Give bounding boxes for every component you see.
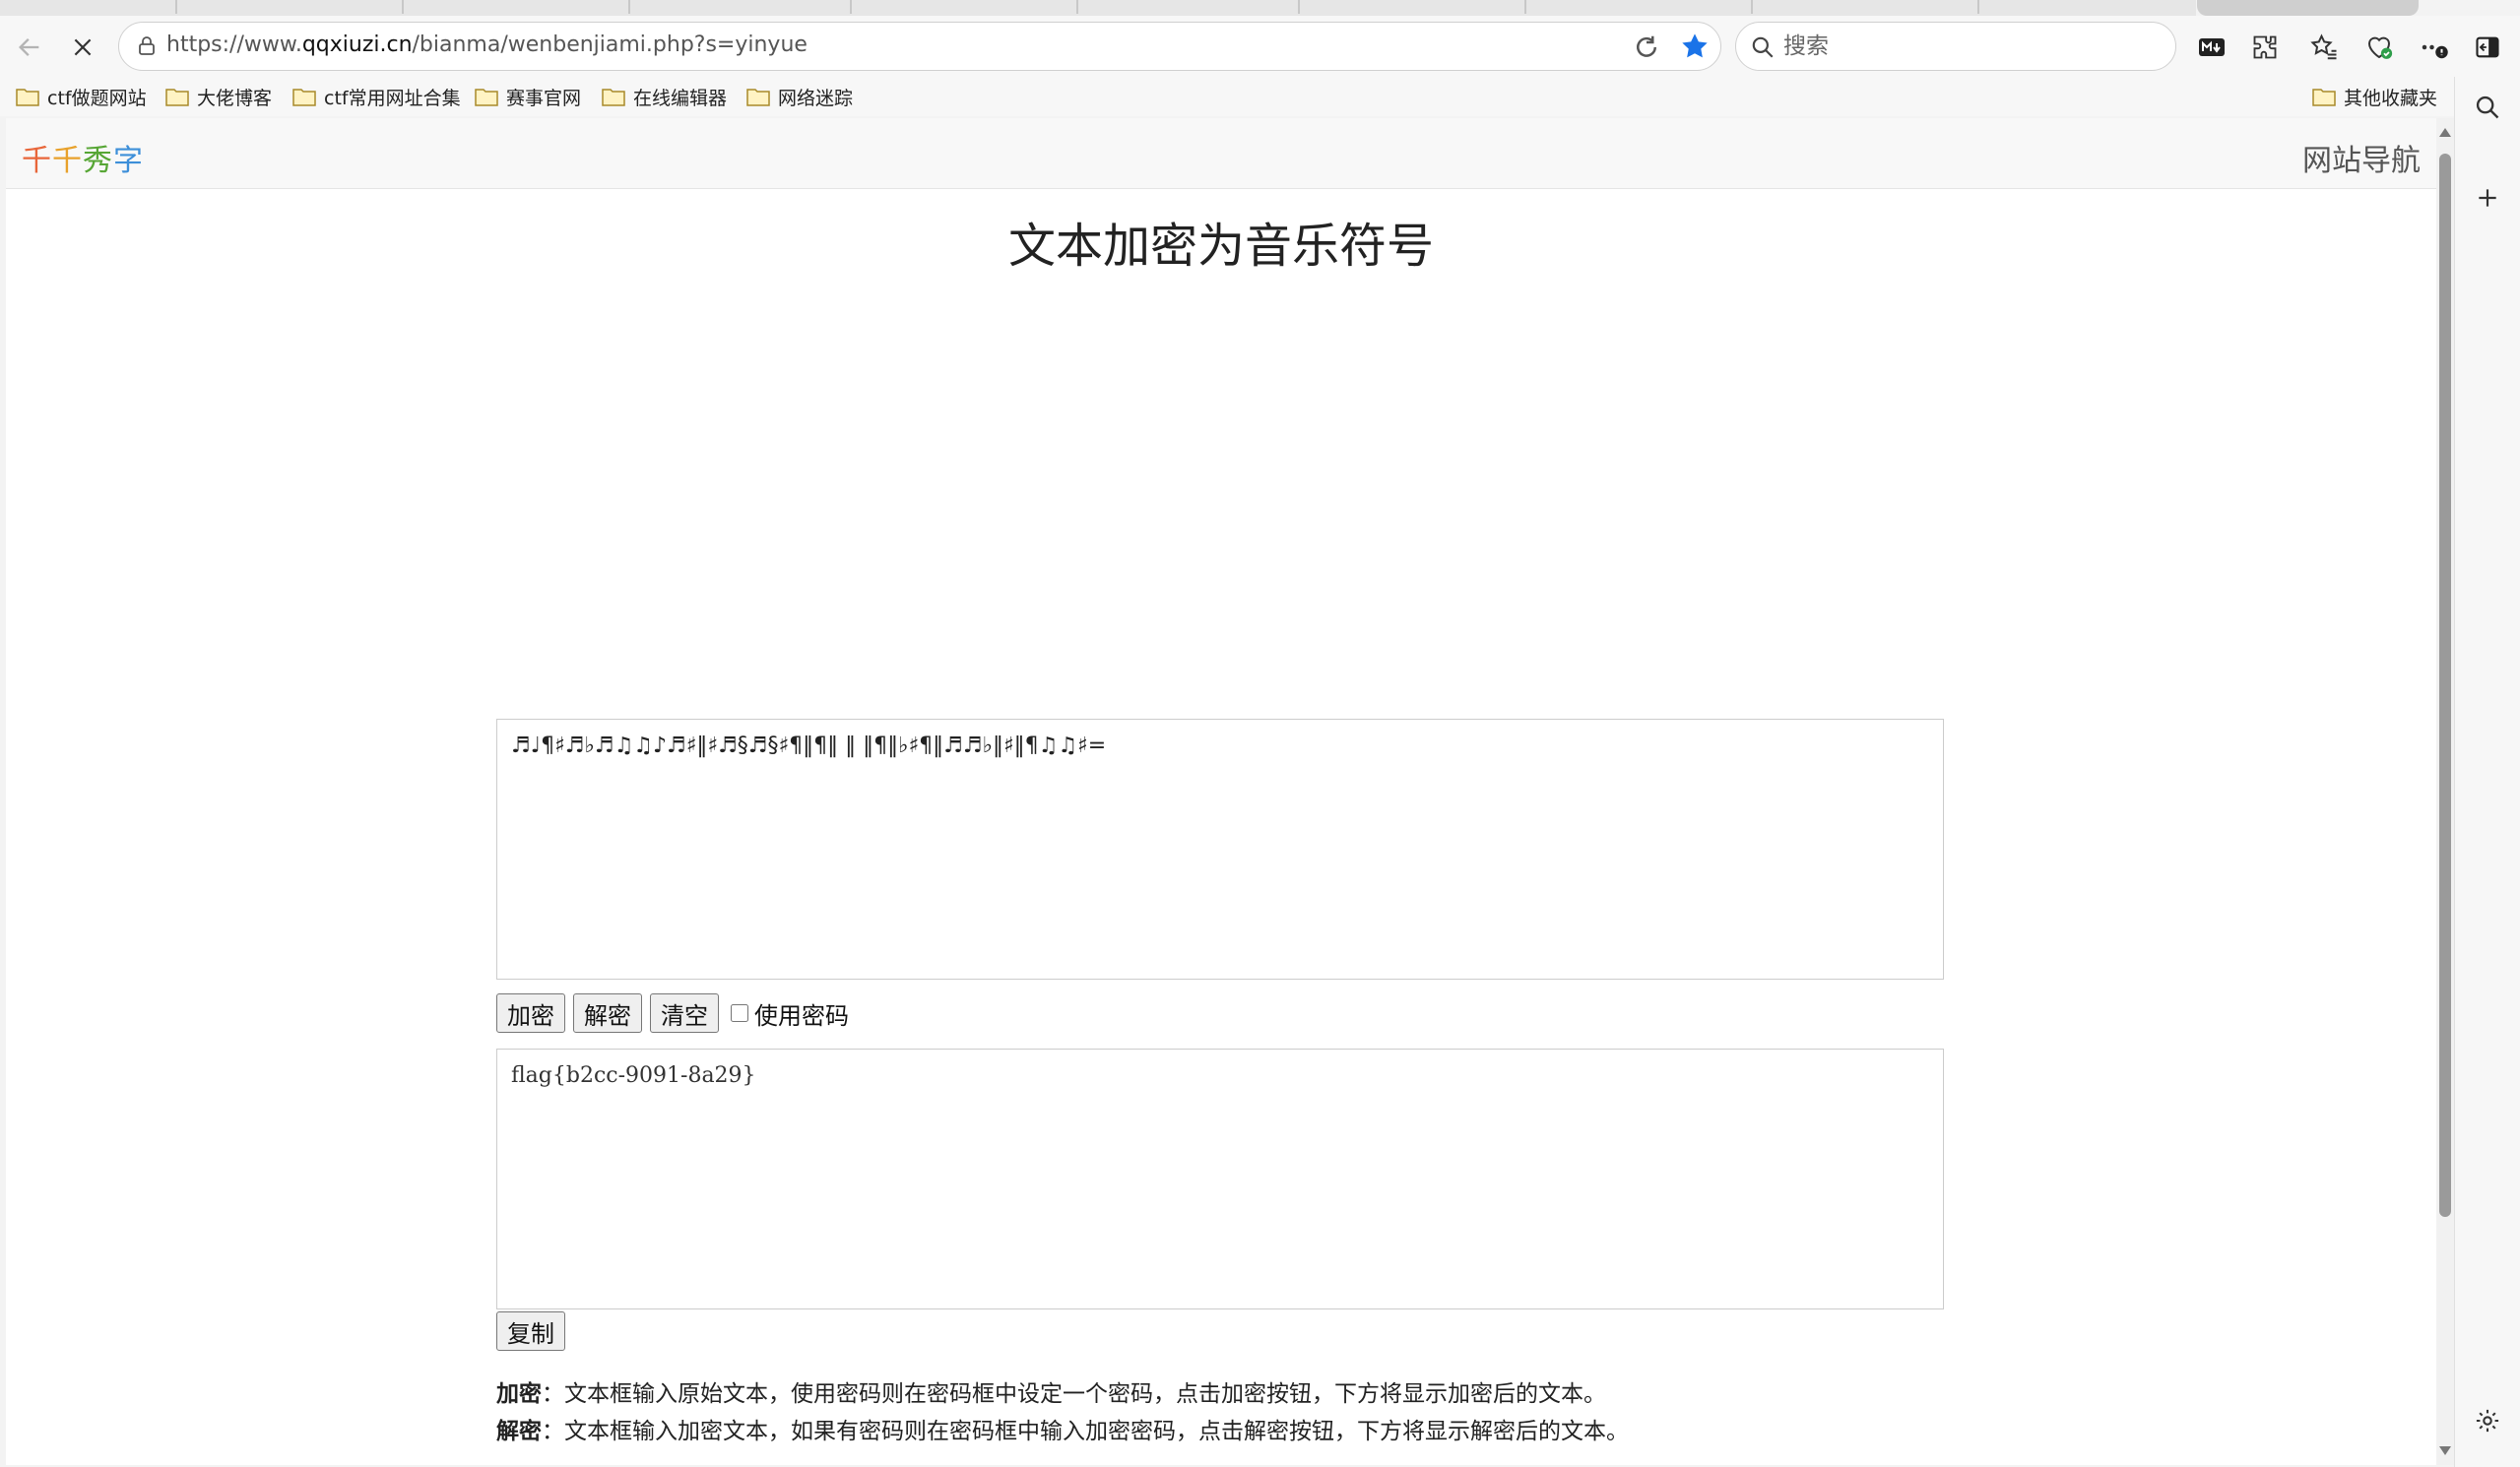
favorites-icon[interactable]: [2306, 30, 2342, 65]
tab[interactable]: [852, 0, 1078, 14]
decrypt-button[interactable]: 解密: [573, 993, 642, 1033]
bookmark-label: 其他收藏夹: [2344, 87, 2438, 109]
bookmarks-bar: ctf做题网站 大佬博客 ctf常用网址合集 赛事官网 在线编辑器 网络迷踪 其…: [0, 77, 2520, 116]
use-password-label: 使用密码: [754, 1001, 849, 1030]
help-decrypt: 解密：文本框输入加密文本，如果有密码则在密码框中输入加密密码，点击解密按钮，下方…: [496, 1412, 1973, 1445]
gear-icon: [2476, 1409, 2499, 1433]
bookmark-folder-osint[interactable]: 网络迷踪: [746, 83, 853, 110]
help-decrypt-term: 解密: [496, 1419, 542, 1444]
tab[interactable]: [404, 0, 630, 14]
toolbar: https://www.qqxiuzi.cn/bianma/wenbenjiam…: [0, 16, 2520, 77]
scroll-thumb[interactable]: [2439, 154, 2451, 1217]
tab[interactable]: [630, 0, 852, 14]
sidebar-search-button[interactable]: [2471, 91, 2504, 124]
copy-button[interactable]: 复制: [496, 1311, 565, 1351]
search-icon: [1752, 36, 1774, 58]
help-encrypt-desc: ：文本框输入原始文本，使用密码则在密码框中设定一个密码，点击加密按钮，下方将显示…: [542, 1381, 1606, 1407]
arrow-left-icon: [19, 38, 39, 56]
bookmark-label: ctf做题网站: [47, 87, 147, 109]
bookmark-folder-blogs[interactable]: 大佬博客: [165, 83, 272, 110]
bookmark-folder-ctf-sites[interactable]: ctf做题网站: [16, 83, 147, 110]
plus-icon: [2479, 189, 2496, 207]
extensions-icon[interactable]: [2247, 30, 2283, 65]
folder-icon: [2312, 89, 2336, 106]
bookmark-label: 在线编辑器: [633, 87, 728, 109]
search-input[interactable]: [1783, 31, 2158, 62]
sidebar-toggle-icon[interactable]: [2470, 30, 2505, 65]
bookmark-label: ctf常用网址合集: [324, 87, 461, 109]
bookmark-folder-contests[interactable]: 赛事官网: [475, 83, 581, 110]
markdown-extension-icon[interactable]: [2194, 30, 2229, 65]
url-path: /bianma/wenbenjiami.php?s=yinyue: [412, 32, 808, 57]
edge-sidebar: [2454, 77, 2520, 1467]
help-encrypt: 加密：文本框输入原始文本，使用密码则在密码框中设定一个密码，点击加密按钮，下方将…: [496, 1374, 1973, 1408]
lock-icon[interactable]: [135, 34, 159, 58]
logo-char: 千: [22, 144, 52, 178]
site-nav-link[interactable]: 网站导航: [2302, 136, 2421, 179]
bookmark-label: 大佬博客: [197, 87, 273, 109]
logo-char: 千: [52, 144, 83, 178]
page-title: 文本加密为音乐符号: [1007, 219, 1434, 274]
more-menu-icon[interactable]: [2417, 30, 2452, 65]
browser-essentials-icon[interactable]: [2361, 30, 2397, 65]
tab[interactable]: [0, 0, 177, 14]
url-host: qqxiuzi.cn: [301, 32, 413, 57]
site-header: 千千秀字 网站导航: [6, 118, 2436, 189]
url-prefix: https://www.: [166, 32, 302, 57]
bookmark-folder-ctf-collection[interactable]: ctf常用网址合集: [292, 83, 461, 110]
folder-icon: [602, 89, 625, 106]
source-textarea[interactable]: ♬♩¶♯♬♭♬♫♫♪♬♯‖♯♬§♬§♯¶‖¶‖ ‖ ‖¶‖♭♯¶‖♬♬♭‖♯‖¶…: [496, 719, 1944, 980]
bookmark-folder-other[interactable]: 其他收藏夹: [2312, 83, 2437, 110]
star-icon[interactable]: [1679, 31, 1711, 62]
page-scrollbar[interactable]: [2436, 118, 2454, 1465]
url-text[interactable]: https://www.qqxiuzi.cn/bianma/wenbenjiam…: [166, 32, 808, 57]
address-bar[interactable]: https://www.qqxiuzi.cn/bianma/wenbenjiam…: [118, 22, 1721, 71]
folder-icon: [292, 89, 316, 106]
page-viewport: 千千秀字 网站导航 文本加密为音乐符号 ♬♩¶♯♬♭♬♫♫♪♬♯‖♯♬§♬§♯¶…: [6, 118, 2436, 1465]
sidebar-add-button[interactable]: [2471, 181, 2504, 215]
bookmark-label: 网络迷踪: [778, 87, 854, 109]
tab[interactable]: [1078, 0, 1300, 14]
search-box[interactable]: [1735, 22, 2176, 71]
encrypt-button[interactable]: 加密: [496, 993, 565, 1033]
back-button[interactable]: [8, 26, 51, 69]
site-logo[interactable]: 千千秀字: [22, 136, 144, 179]
clear-button[interactable]: 清空: [650, 993, 719, 1033]
use-password-checkbox[interactable]: [731, 1004, 748, 1022]
folder-icon: [16, 89, 39, 106]
tab[interactable]: [1300, 0, 1526, 14]
logo-char: 秀: [83, 144, 113, 178]
logo-char: 字: [113, 144, 144, 178]
tab-strip: [0, 0, 2520, 16]
tab-scroll[interactable]: [2197, 0, 2419, 16]
tab[interactable]: [177, 0, 404, 14]
bookmark-folder-editors[interactable]: 在线编辑器: [602, 83, 727, 110]
close-icon: [74, 38, 92, 56]
action-buttons: 加密 解密 清空 使用密码: [496, 992, 849, 1034]
folder-icon: [475, 89, 498, 106]
folder-icon: [746, 89, 770, 106]
tab[interactable]: [1526, 0, 1753, 14]
bookmark-label: 赛事官网: [506, 87, 582, 109]
sidebar-settings-button[interactable]: [2471, 1404, 2504, 1437]
help-decrypt-desc: ：文本框输入加密文本，如果有密码则在密码框中输入加密密码，点击解密按钮，下方将显…: [542, 1419, 1629, 1444]
tab[interactable]: [1753, 0, 1979, 14]
result-textarea[interactable]: flag{b2cc-9091-8a29}: [496, 1049, 1944, 1309]
scroll-down-arrow[interactable]: [2439, 1446, 2451, 1455]
help-encrypt-term: 加密: [496, 1381, 542, 1407]
browser-window: https://www.qqxiuzi.cn/bianma/wenbenjiam…: [0, 0, 2520, 1467]
read-aloud-icon[interactable]: [1632, 32, 1661, 62]
folder-icon: [165, 89, 189, 106]
scroll-up-arrow[interactable]: [2439, 128, 2451, 137]
use-password-option[interactable]: 使用密码: [731, 996, 849, 1031]
copy-row: 复制: [496, 1311, 573, 1351]
stop-loading-button[interactable]: [61, 26, 104, 69]
search-icon: [2476, 96, 2499, 119]
